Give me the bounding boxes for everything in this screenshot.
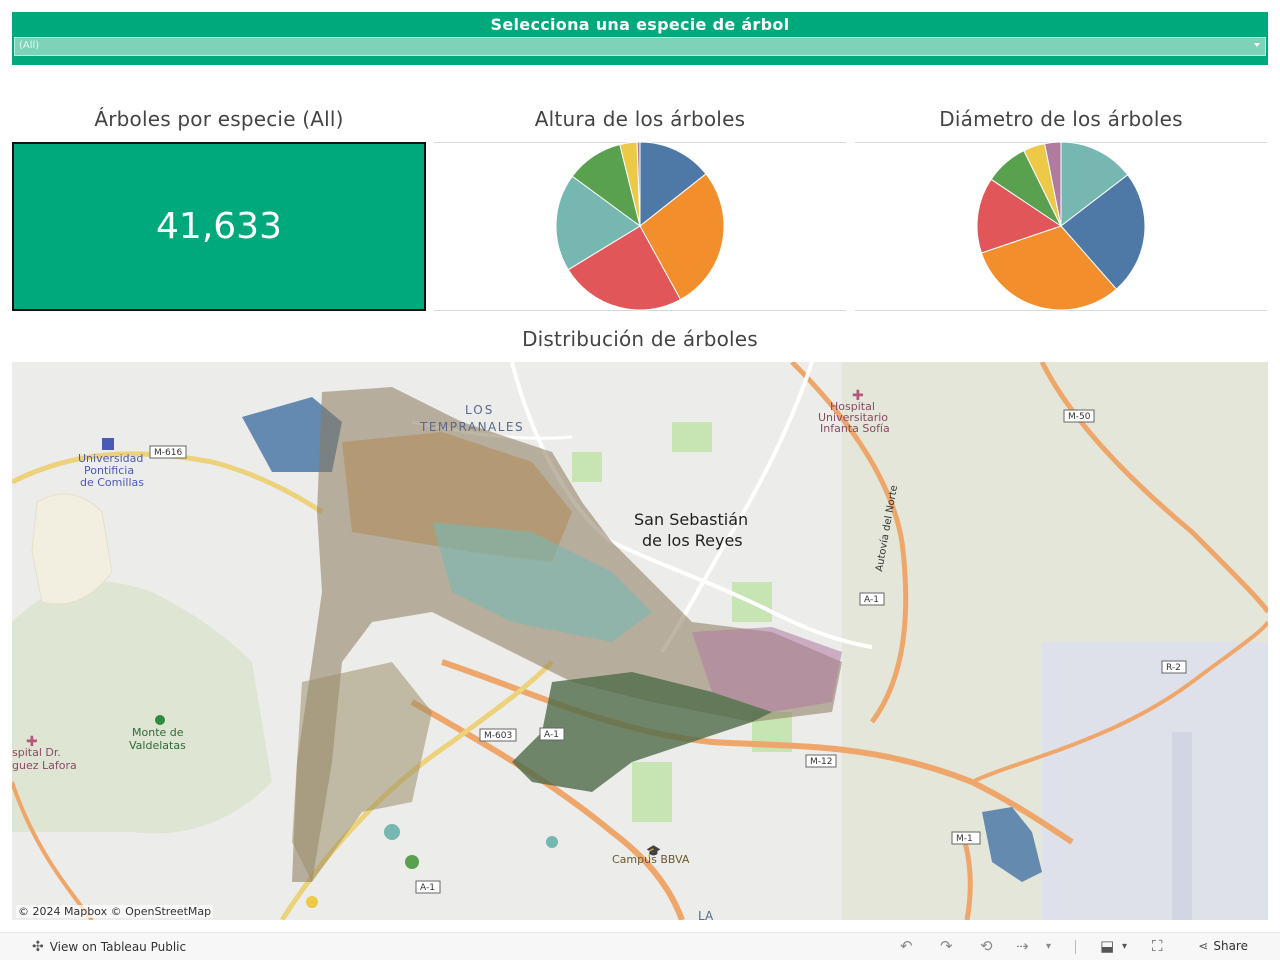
tree-count-kpi[interactable]: 41,633 <box>12 142 426 311</box>
refresh-icon[interactable]: ⇢ <box>1016 937 1029 955</box>
species-dropdown-value: (All) <box>19 40 40 51</box>
bottom-toolbar: ✣ View on Tableau Public ↶ ↷ ⟲ ⇢ ▾ ⬓ ▾ ⛶… <box>0 932 1280 960</box>
download-icon[interactable]: ⬓ <box>1100 937 1114 955</box>
road-shield: A-1 <box>544 730 559 740</box>
map-label-park: Monte de <box>132 726 184 739</box>
chevron-down-icon <box>1254 43 1260 47</box>
filter-title: Selecciona una especie de árbol <box>490 15 790 34</box>
airport-area <box>1042 642 1268 920</box>
share-icon: ⋖ <box>1198 939 1209 953</box>
kpi-title: Árboles por especie (All) <box>94 107 344 131</box>
tree-count-value: 41,633 <box>156 206 282 247</box>
map-label-city: San Sebastián <box>634 510 748 529</box>
share-button[interactable]: ⋖ Share <box>1198 939 1248 953</box>
species-filter: Selecciona una especie de árbol (All) <box>12 12 1268 65</box>
map-label-hospital: spital Dr. <box>12 746 61 759</box>
map-label-tempranales: TEMPRANALES <box>419 420 524 434</box>
map-canvas[interactable]: ✚ ✚ 🎓 M-616 M-50 A-1 M-603 M-12 R-2 M-1 <box>12 362 1268 920</box>
map-title: Distribución de árboles <box>522 327 758 351</box>
diameter-pie-chart[interactable] <box>975 142 1147 312</box>
map-label-city: de los Reyes <box>642 531 743 550</box>
map-attribution[interactable]: © 2024 Mapbox © OpenStreetMap <box>16 905 214 918</box>
height-pie-chart[interactable] <box>554 142 726 312</box>
road-shield: M-616 <box>154 448 182 458</box>
road-shield: A-1 <box>420 883 435 893</box>
tree-distribution-map[interactable]: ✚ ✚ 🎓 M-616 M-50 A-1 M-603 M-12 R-2 M-1 <box>12 362 1268 920</box>
undo-icon[interactable]: ↶ <box>900 937 913 955</box>
map-label-hospital: Infanta Sofía <box>820 422 890 435</box>
road-shield: M-50 <box>1068 412 1091 422</box>
view-on-tableau-label: View on Tableau Public <box>49 940 187 954</box>
road-shield: A-1 <box>864 595 879 605</box>
share-label: Share <box>1213 939 1248 953</box>
revert-icon[interactable]: ⟲ <box>980 937 993 955</box>
map-label-district: LA <box>698 909 714 920</box>
road-shield: M-603 <box>484 731 512 741</box>
toolbar-divider <box>1075 940 1076 954</box>
diameter-chart-title: Diámetro de los árboles <box>939 107 1183 131</box>
tableau-icon: ✣ <box>32 939 44 955</box>
redo-icon[interactable]: ↷ <box>940 937 953 955</box>
road-shield: R-2 <box>1166 663 1181 673</box>
park-icon <box>155 715 165 725</box>
road-shield: M-1 <box>956 834 973 844</box>
map-label-los: LOS <box>465 403 494 417</box>
map-label-university: de Comillas <box>80 476 144 489</box>
view-on-tableau-link[interactable]: ✣ View on Tableau Public <box>32 939 186 955</box>
chevron-down-icon[interactable]: ▾ <box>1122 941 1127 952</box>
map-label-park: Valdelatas <box>129 739 186 752</box>
map-label-campus: Campus BBVA <box>612 853 690 866</box>
fullscreen-icon[interactable]: ⛶ <box>1152 937 1163 955</box>
map-label-hospital: guez Lafora <box>12 759 77 772</box>
species-dropdown[interactable]: (All) <box>14 37 1266 56</box>
height-chart-title: Altura de los árboles <box>534 107 746 131</box>
road-shield: M-12 <box>810 757 832 767</box>
university-icon <box>102 438 114 450</box>
chevron-down-icon[interactable]: ▾ <box>1046 941 1051 952</box>
